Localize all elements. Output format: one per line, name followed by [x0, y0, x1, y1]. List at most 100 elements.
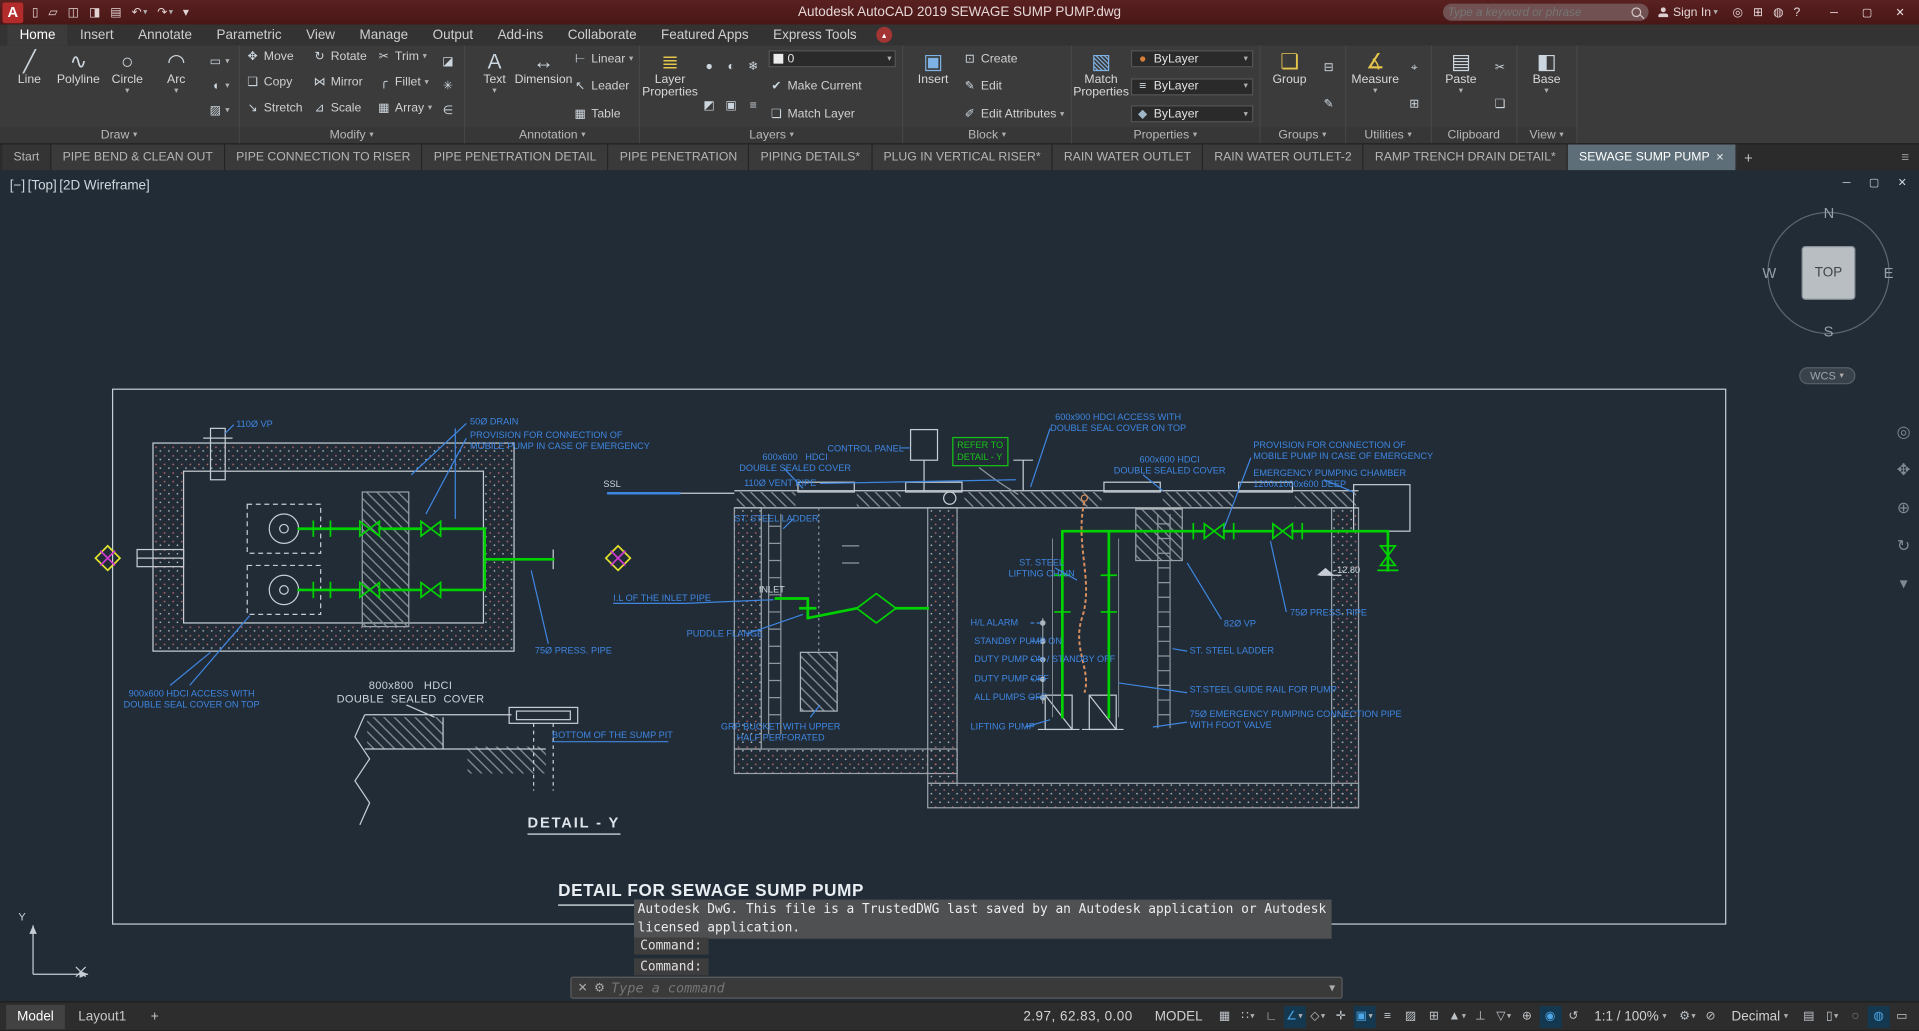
3d-object-snap-icon[interactable]: ▲ ▾	[1446, 1005, 1468, 1027]
file-tab[interactable]: PIPE CONNECTION TO RISER	[225, 144, 423, 171]
object-color-select[interactable]: ● ByLayer ▾	[1130, 50, 1253, 68]
panel-title-block[interactable]: Block ▾	[903, 127, 1071, 144]
layer-select[interactable]: 0 ▾	[769, 50, 897, 68]
annotation-visibility-icon[interactable]: ◉	[1539, 1005, 1562, 1028]
command-customize-icon[interactable]: ⚙	[594, 981, 605, 994]
fillet-button[interactable]: ╭ Fillet ▾	[377, 73, 433, 90]
annotation-scale-button[interactable]: 1:1 / 100% ▾	[1587, 1009, 1674, 1024]
panel-title-annotation[interactable]: Annotation ▾	[465, 127, 640, 144]
dimension-button[interactable]: ↔ Dimension	[515, 48, 573, 125]
text-button[interactable]: A Text ▾	[471, 48, 518, 125]
base-view-button[interactable]: ◧ Base ▾	[1523, 48, 1570, 125]
panel-title-view[interactable]: View ▾	[1517, 127, 1576, 144]
file-tab[interactable]: PIPING DETAILS*	[749, 144, 873, 171]
ribbon-display-icon[interactable]: ▴	[876, 26, 893, 43]
lineweight-icon[interactable]: ≡	[1376, 1005, 1398, 1027]
copy-clip-icon[interactable]: ❏	[1490, 98, 1510, 111]
file-tab[interactable]: PIPE BEND & CLEAN OUT	[51, 144, 226, 171]
ribbon-tab[interactable]: Annotate	[126, 24, 204, 45]
viewport-menu[interactable]: [−]	[10, 179, 25, 194]
search-input[interactable]	[1447, 5, 1629, 19]
viewcube-top-face[interactable]: TOP	[1801, 246, 1856, 300]
rectangle-tool-icon[interactable]: ▭ ▾	[206, 55, 232, 68]
ribbon-tab[interactable]: Output	[420, 24, 485, 45]
isometric-drafting-icon[interactable]: ◇ ▾	[1307, 1005, 1329, 1027]
ellipse-tool-icon[interactable]: ◖ ▾	[206, 80, 232, 93]
panel-title-utilities[interactable]: Utilities ▾	[1345, 127, 1431, 144]
group-button[interactable]: ❏ Group	[1266, 48, 1313, 125]
redo-icon[interactable]: ↷ ▾	[154, 4, 177, 20]
quick-properties-icon[interactable]: ▤	[1798, 1005, 1820, 1027]
wcs-menu[interactable]: WCS ▾	[1799, 367, 1855, 385]
undo-icon[interactable]: ↶ ▾	[128, 4, 151, 20]
qat-menu-icon[interactable]: ▾	[179, 4, 193, 20]
ungroup-icon[interactable]: ⊟	[1319, 61, 1339, 74]
layer-off-icon[interactable]: ●	[699, 60, 719, 73]
ribbon-tab[interactable]: Featured Apps	[649, 24, 761, 45]
transparency-icon[interactable]: ▨	[1400, 1005, 1422, 1027]
visual-style-control[interactable]: [2D Wireframe]	[59, 179, 150, 194]
close-button[interactable]: ✕	[1884, 1, 1917, 24]
maximize-button[interactable]: ▢	[1851, 1, 1884, 24]
id-point-icon[interactable]: ⌖	[1405, 61, 1425, 74]
match-properties-button[interactable]: ▧ Match Properties	[1073, 48, 1129, 125]
move-button[interactable]: ✥ Move	[245, 48, 302, 65]
new-file-icon[interactable]: ▯	[28, 4, 42, 20]
isolate-objects-icon[interactable]: ◌	[1844, 1005, 1866, 1027]
gizmo-icon[interactable]: ⊕	[1516, 1005, 1538, 1027]
quick-calc-icon[interactable]: ⊞	[1405, 98, 1425, 111]
open-file-icon[interactable]: ▱	[45, 4, 62, 20]
file-tab[interactable]: PIPE PENETRATION DETAIL	[422, 144, 609, 171]
arc-button[interactable]: ◠ Arc ▾	[153, 48, 200, 125]
line-button[interactable]: ╱ Line	[6, 48, 53, 125]
zoom-icon[interactable]: ⊕	[1897, 498, 1910, 518]
plot-icon[interactable]: ▤	[107, 4, 126, 20]
edit-attributes-button[interactable]: ✐ Edit Attributes ▾	[963, 105, 1065, 122]
panel-title-layers[interactable]: Layers ▾	[640, 127, 903, 144]
viewcube-east[interactable]: E	[1884, 264, 1894, 281]
explode-icon[interactable]: ✳	[438, 80, 458, 93]
drawing-canvas[interactable]	[0, 170, 1919, 1001]
file-tab[interactable]: Start	[2, 144, 52, 171]
edit-block-button[interactable]: ✎ Edit	[963, 78, 1065, 95]
workspace-switching-icon[interactable]: ⚙ ▾	[1676, 1005, 1698, 1027]
layer-color-icon[interactable]: ▣	[721, 99, 741, 112]
save-as-icon[interactable]: ◨	[85, 4, 104, 20]
file-tab[interactable]: PLUG IN VERTICAL RISER*	[872, 144, 1053, 171]
help-icon[interactable]: ?	[1789, 4, 1806, 20]
measure-button[interactable]: ∡ Measure ▾	[1351, 48, 1399, 125]
panel-title-draw[interactable]: Draw ▾	[0, 127, 239, 144]
graphics-performance-icon[interactable]: ◍	[1867, 1005, 1890, 1028]
viewcube-north[interactable]: N	[1824, 204, 1835, 221]
command-line[interactable]: ✕ ⚙ ▾	[570, 976, 1343, 999]
lock-ui-icon[interactable]: ▯ ▾	[1821, 1005, 1843, 1027]
command-close-icon[interactable]: ✕	[578, 981, 588, 994]
mirror-button[interactable]: ⋈ Mirror	[312, 73, 366, 90]
make-current-button[interactable]: ✔ Make Current	[769, 78, 896, 95]
object-snap-tracking-icon[interactable]: ✛	[1330, 1005, 1352, 1027]
navigation-wheel-icon[interactable]: ◎	[1897, 422, 1911, 442]
doc-minimize-button[interactable]: ─	[1843, 176, 1851, 189]
viewcube[interactable]: N W E S TOP	[1760, 204, 1897, 341]
orbit-icon[interactable]: ↻	[1897, 536, 1910, 556]
erase-icon[interactable]: ◪	[438, 55, 458, 68]
layer-properties-button[interactable]: ≣ Layer Properties	[642, 48, 698, 125]
layer-lock-icon[interactable]: ◩	[699, 99, 719, 112]
search-go-icon[interactable]: ◎	[1728, 4, 1748, 20]
help-search-field[interactable]	[1442, 3, 1649, 21]
panel-title-groups[interactable]: Groups ▾	[1260, 127, 1345, 144]
viewcube-west[interactable]: W	[1762, 264, 1776, 281]
command-input[interactable]	[611, 979, 1323, 996]
recent-commands-icon[interactable]: ▾	[1329, 982, 1335, 994]
new-layout-button[interactable]: +	[140, 1004, 170, 1028]
polar-tracking-icon[interactable]: ∠ ▾	[1283, 1005, 1306, 1028]
model-space-button[interactable]: MODEL	[1146, 1005, 1211, 1027]
selection-filtering-icon[interactable]: ▽ ▾	[1493, 1005, 1515, 1027]
file-tab[interactable]: SEWAGE SUMP PUMP ✕	[1568, 144, 1737, 171]
viewcube-south[interactable]: S	[1824, 323, 1834, 340]
object-snap-icon[interactable]: ▣ ▾	[1353, 1005, 1376, 1028]
circle-button[interactable]: ○ Circle ▾	[104, 48, 151, 125]
model-tab[interactable]: Model	[6, 1004, 65, 1029]
hatch-tool-icon[interactable]: ▨ ▾	[206, 104, 232, 117]
ribbon-tab[interactable]: Insert	[68, 24, 126, 45]
